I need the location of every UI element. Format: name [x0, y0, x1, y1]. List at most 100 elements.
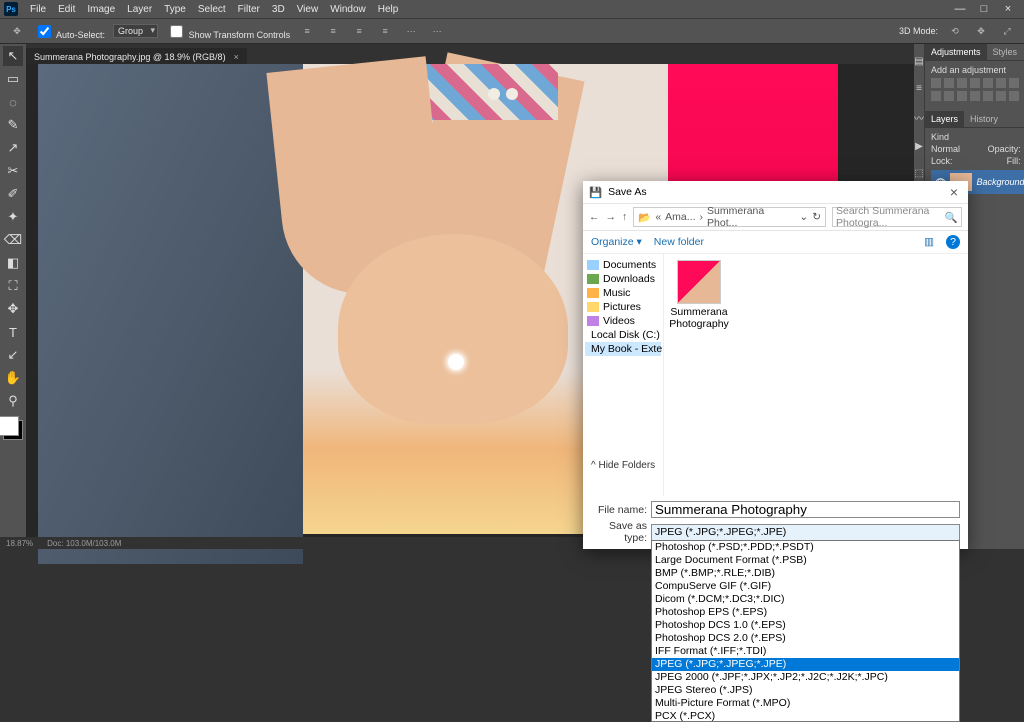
refresh-button[interactable]: ↻ [812, 211, 821, 223]
adjustment-icon[interactable] [944, 78, 954, 88]
tab-history[interactable]: History [964, 111, 1004, 127]
file-type-option[interactable]: Dicom (*.DCM;*.DC3;*.DIC) [652, 593, 959, 606]
tab-layers[interactable]: Layers [925, 111, 964, 127]
3d-icon[interactable]: ⟲ [946, 22, 964, 40]
panel-icon[interactable]: 〰 [914, 110, 924, 125]
tree-item[interactable]: Documents [585, 258, 661, 272]
adjustment-icon[interactable] [931, 91, 941, 101]
file-type-option[interactable]: Photoshop (*.PSD;*.PDD;*.PSDT) [652, 541, 959, 554]
blend-mode-dropdown[interactable]: Normal [931, 144, 984, 154]
adjustment-icon[interactable] [957, 78, 967, 88]
crumb[interactable]: Summerana Phot... [707, 205, 791, 229]
file-type-option[interactable]: IFF Format (*.IFF;*.TDI) [652, 645, 959, 658]
adjustment-icon[interactable] [983, 78, 993, 88]
auto-select-target-dropdown[interactable]: Group [113, 24, 158, 38]
file-item[interactable]: Summerana Photography [670, 260, 728, 330]
zoom-level[interactable]: 18.87% [6, 539, 33, 548]
tool-button[interactable]: ✂ [3, 161, 23, 181]
maximize-button[interactable]: □ [972, 3, 996, 15]
nav-back-button[interactable]: ← [589, 211, 600, 223]
file-type-option[interactable]: BMP (*.BMP;*.RLE;*.DIB) [652, 567, 959, 580]
tool-button[interactable]: ↗ [3, 138, 23, 158]
tool-button[interactable]: ✎ [3, 115, 23, 135]
file-type-option[interactable]: Multi-Picture Format (*.MPO) [652, 697, 959, 710]
adjustment-icon[interactable] [944, 91, 954, 101]
3d-icon[interactable]: ✥ [972, 22, 990, 40]
tool-button[interactable]: ↖ [3, 46, 23, 66]
align-icon[interactable]: ≡ [350, 22, 368, 40]
breadcrumb[interactable]: 📂 « Ama... › Summerana Phot... ⌄ ↻ [633, 207, 826, 227]
tool-button[interactable]: ◌ [3, 92, 23, 112]
tool-button[interactable]: ✋ [3, 368, 23, 388]
distribute-icon[interactable]: ⋯ [428, 22, 446, 40]
tool-button[interactable]: ↙ [3, 345, 23, 365]
adjustment-icon[interactable] [1009, 78, 1019, 88]
3d-icon[interactable]: ⤢ [998, 22, 1016, 40]
file-name-input[interactable] [651, 501, 960, 518]
adjustment-icon[interactable] [957, 91, 967, 101]
auto-select-checkbox[interactable]: Auto-Select: [34, 22, 105, 41]
file-type-option[interactable]: Photoshop DCS 2.0 (*.EPS) [652, 632, 959, 645]
search-input[interactable]: Search Summerana Photogra... 🔍 [832, 207, 962, 227]
show-transform-controls-checkbox[interactable]: Show Transform Controls [166, 22, 290, 41]
minimize-button[interactable]: — [948, 3, 972, 15]
adjustment-icon[interactable] [996, 91, 1006, 101]
menu-filter[interactable]: Filter [232, 4, 266, 15]
adjustment-icon[interactable] [996, 78, 1006, 88]
dialog-close-button[interactable]: × [946, 184, 962, 200]
tool-button[interactable]: ✦ [3, 207, 23, 227]
file-type-option[interactable]: Large Document Format (*.PSB) [652, 554, 959, 567]
save-as-type-list[interactable]: Photoshop (*.PSD;*.PDD;*.PSDT)Large Docu… [651, 540, 960, 722]
adjustment-icon[interactable] [970, 91, 980, 101]
menu-view[interactable]: View [291, 4, 325, 15]
menu-edit[interactable]: Edit [52, 4, 81, 15]
panel-icon[interactable]: ≡ [916, 83, 922, 94]
tool-button[interactable]: ⌫ [3, 230, 23, 250]
new-folder-button[interactable]: New folder [654, 236, 704, 248]
color-swatch[interactable] [3, 420, 23, 440]
organize-button[interactable]: Organize ▾ [591, 236, 642, 248]
file-type-option[interactable]: Photoshop DCS 1.0 (*.EPS) [652, 619, 959, 632]
view-button[interactable]: ▥ [924, 236, 934, 248]
tool-button[interactable]: ▭ [3, 69, 23, 89]
menu-select[interactable]: Select [192, 4, 232, 15]
file-type-option[interactable]: JPEG 2000 (*.JPF;*.JPX;*.JP2;*.J2C;*.J2K… [652, 671, 959, 684]
file-list[interactable]: Summerana Photography [664, 254, 968, 496]
tool-button[interactable]: T [3, 322, 23, 342]
menu-file[interactable]: File [24, 4, 52, 15]
file-type-option[interactable]: Photoshop EPS (*.EPS) [652, 606, 959, 619]
nav-up-button[interactable]: ↑ [622, 211, 627, 223]
tree-item[interactable]: My Book - Exten [585, 342, 661, 356]
adjustment-icon[interactable] [970, 78, 980, 88]
align-icon[interactable]: ≡ [324, 22, 342, 40]
distribute-icon[interactable]: ⋯ [402, 22, 420, 40]
tool-button[interactable]: ✥ [3, 299, 23, 319]
align-icon[interactable]: ≡ [376, 22, 394, 40]
tree-item[interactable]: Videos [585, 314, 661, 328]
save-as-type-dropdown[interactable]: JPEG (*.JPG;*.JPEG;*.JPE) Photoshop (*.P… [651, 524, 960, 541]
tab-styles[interactable]: Styles [987, 44, 1024, 60]
adjustment-icon[interactable] [1009, 91, 1019, 101]
file-type-option[interactable]: PCX (*.PCX) [652, 710, 959, 722]
tree-item[interactable]: Pictures [585, 300, 661, 314]
file-type-option[interactable]: JPEG (*.JPG;*.JPEG;*.JPE) [652, 658, 959, 671]
file-type-option[interactable]: JPEG Stereo (*.JPS) [652, 684, 959, 697]
nav-forward-button[interactable]: → [606, 211, 617, 223]
menu-help[interactable]: Help [372, 4, 405, 15]
crumb[interactable]: Ama... [665, 211, 695, 223]
tree-item[interactable]: Local Disk (C:) [585, 328, 661, 342]
tab-close-icon[interactable]: × [234, 52, 239, 62]
help-button[interactable]: ? [946, 235, 960, 249]
tool-button[interactable]: ◧ [3, 253, 23, 273]
hide-folders-button[interactable]: ^ Hide Folders [591, 460, 655, 471]
tree-item[interactable]: Music [585, 286, 661, 300]
panel-icon[interactable]: ⬚ [914, 168, 923, 179]
adjustment-icon[interactable] [931, 78, 941, 88]
chevron-down-icon[interactable]: ⌄ [799, 211, 808, 223]
tool-button[interactable]: ✐ [3, 184, 23, 204]
menu-type[interactable]: Type [158, 4, 192, 15]
file-type-option[interactable]: CompuServe GIF (*.GIF) [652, 580, 959, 593]
tab-adjustments[interactable]: Adjustments [925, 44, 987, 60]
adjustment-icon[interactable] [983, 91, 993, 101]
menu-3d[interactable]: 3D [266, 4, 291, 15]
